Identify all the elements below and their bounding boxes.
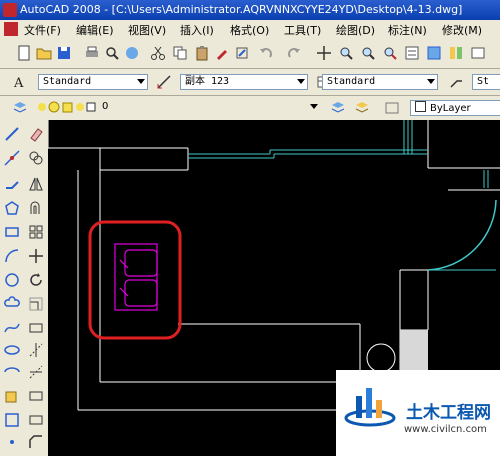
join-icon[interactable]: [28, 412, 44, 428]
publish-icon[interactable]: [124, 45, 140, 61]
menu-bar: 文件(F) 编辑(E) 视图(V) 插入(I) 格式(O) 工具(T) 绘图(D…: [0, 20, 500, 38]
text-style-icon[interactable]: A: [12, 74, 28, 90]
move-icon[interactable]: [28, 248, 44, 264]
multileader-style-value: St: [477, 76, 490, 87]
plot-preview-icon[interactable]: [104, 45, 120, 61]
color-value: ByLayer: [430, 103, 471, 114]
undo-icon[interactable]: [258, 45, 274, 61]
text-style-dropdown[interactable]: Standard: [38, 74, 148, 90]
civilcn-logo: [344, 388, 396, 427]
color-dropdown[interactable]: ByLayer: [410, 100, 500, 116]
left-toolbars: [0, 120, 48, 456]
match-properties-icon[interactable]: [214, 45, 230, 61]
window-lines: [188, 120, 489, 188]
title-bar: AutoCAD 2008 - [C:\Users\Administrator.A…: [0, 0, 500, 20]
revision-cloud-icon[interactable]: [4, 296, 20, 312]
menu-format[interactable]: 格式(O): [230, 22, 269, 38]
copy-object-icon[interactable]: [28, 150, 44, 166]
layers-toolbar: 0 ByLayer: [0, 96, 500, 121]
zoom-window-icon[interactable]: [360, 45, 376, 61]
zoom-realtime-icon[interactable]: [338, 45, 354, 61]
menu-insert[interactable]: 插入(I): [180, 22, 214, 38]
dimension-style-icon[interactable]: [156, 74, 172, 90]
menu-file[interactable]: 文件(F): [24, 22, 61, 38]
door-arc: [427, 199, 497, 271]
scale-icon[interactable]: [28, 296, 44, 312]
watermark-url: www.civilcn.com: [404, 424, 487, 435]
line-icon[interactable]: [4, 126, 20, 142]
spline-icon[interactable]: [4, 320, 20, 336]
watermark: 土木工程网 www.civilcn.com: [336, 370, 500, 456]
table-style-value: Standard: [327, 76, 376, 87]
erase-icon[interactable]: [28, 126, 44, 142]
dimension-style-dropdown[interactable]: 副本 123: [180, 74, 308, 90]
properties-icon[interactable]: [404, 45, 420, 61]
polyline-icon[interactable]: [4, 176, 20, 192]
open-icon[interactable]: [36, 45, 52, 61]
trim-icon[interactable]: [28, 342, 44, 358]
multileader-style-icon[interactable]: [448, 74, 464, 90]
layer-states-icon[interactable]: [384, 100, 400, 116]
menu-edit[interactable]: 编辑(E): [76, 22, 114, 38]
print-icon[interactable]: [84, 45, 100, 61]
save-icon[interactable]: [56, 45, 72, 61]
design-center-icon[interactable]: [426, 45, 442, 61]
paste-icon[interactable]: [194, 45, 210, 61]
window-title: AutoCAD 2008 - [C:\Users\Administrator.A…: [20, 3, 463, 16]
cut-icon[interactable]: [150, 45, 166, 61]
break-icon[interactable]: [28, 388, 44, 404]
rectangle-icon[interactable]: [4, 224, 20, 240]
document-icon[interactable]: [4, 22, 18, 36]
menu-modify[interactable]: 修改(M): [442, 22, 482, 38]
make-block-icon[interactable]: [4, 412, 20, 428]
zoom-previous-icon[interactable]: [382, 45, 398, 61]
color-swatch: [415, 101, 426, 112]
ellipse-icon[interactable]: [4, 342, 20, 358]
layer-name: 0: [102, 101, 109, 112]
array-icon[interactable]: [28, 224, 44, 240]
table-style-dropdown[interactable]: Standard: [322, 74, 438, 90]
circle-icon[interactable]: [4, 272, 20, 288]
watermark-title: 土木工程网: [406, 403, 491, 423]
sheet-set-icon[interactable]: [470, 45, 486, 61]
layer-dropdown[interactable]: 0: [36, 100, 322, 116]
tool-palettes-icon[interactable]: [448, 45, 464, 61]
autocad-app-icon[interactable]: [3, 3, 17, 17]
block-editor-icon[interactable]: [234, 45, 250, 61]
magenta-fixture-block: [114, 243, 158, 311]
arc-icon[interactable]: [4, 248, 20, 264]
extend-icon[interactable]: [28, 364, 44, 380]
rotate-icon[interactable]: [28, 272, 44, 288]
svg-text:A: A: [13, 76, 24, 90]
polygon-icon[interactable]: [4, 200, 20, 216]
pan-icon[interactable]: [316, 45, 332, 61]
mirror-icon[interactable]: [28, 176, 44, 192]
dimension-style-value: 副本 123: [185, 76, 230, 87]
insert-block-icon[interactable]: [4, 388, 20, 404]
chamfer-icon[interactable]: [28, 434, 44, 450]
layer-previous-icon[interactable]: [354, 100, 370, 116]
menu-dimension[interactable]: 标注(N): [388, 22, 427, 38]
stretch-icon[interactable]: [28, 320, 44, 336]
point-icon[interactable]: [4, 434, 20, 450]
construction-line-icon[interactable]: [4, 150, 20, 166]
menu-tools[interactable]: 工具(T): [284, 22, 321, 38]
standard-toolbar: [0, 38, 500, 69]
ellipse-arc-icon[interactable]: [4, 364, 20, 380]
layer-manager-icon[interactable]: [12, 100, 28, 116]
make-layer-current-icon[interactable]: [330, 100, 346, 116]
multileader-style-dropdown[interactable]: St: [472, 74, 500, 90]
redo-icon[interactable]: [286, 45, 302, 61]
menu-draw[interactable]: 绘图(D): [336, 22, 375, 38]
offset-icon[interactable]: [28, 200, 44, 216]
layer-state-icons: [38, 101, 96, 113]
new-icon[interactable]: [16, 45, 32, 61]
menu-view[interactable]: 视图(V): [128, 22, 166, 38]
styles-toolbar: A Standard 副本 123 Standard St: [0, 69, 500, 96]
copy-icon[interactable]: [172, 45, 188, 61]
text-style-value: Standard: [43, 76, 92, 87]
